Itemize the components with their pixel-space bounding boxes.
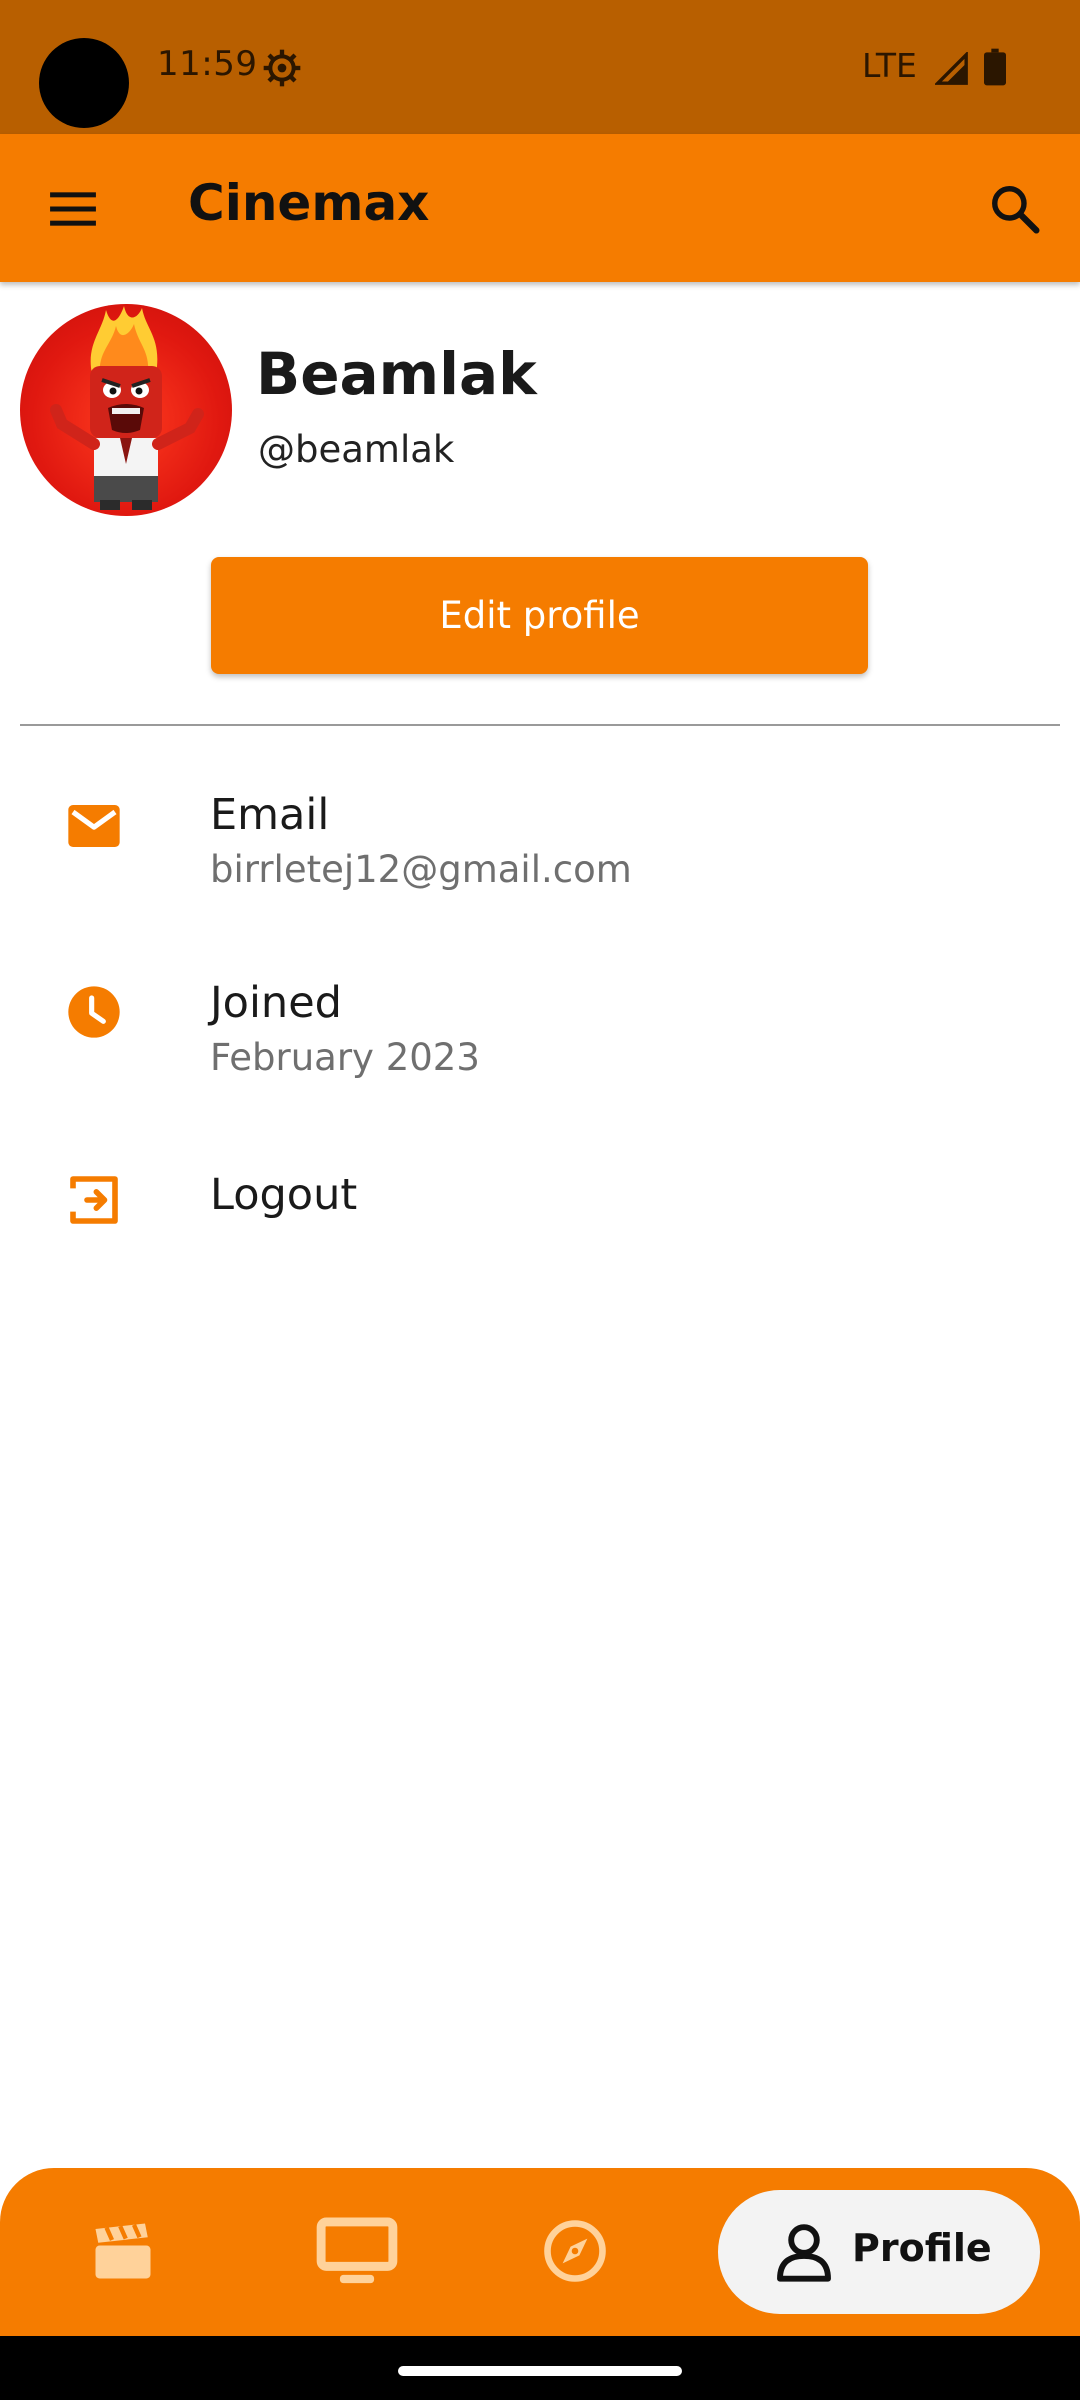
- edit-profile-button[interactable]: Edit profile: [211, 557, 868, 674]
- logout-icon: [70, 1176, 118, 1224]
- movie-clapper-icon: [95, 2223, 151, 2279]
- compass-icon: [544, 2220, 606, 2282]
- nav-movies-button[interactable]: [24, 2168, 224, 2336]
- nav-profile-label: Profile: [852, 2226, 992, 2270]
- status-bar: 11:59 LTE: [0, 0, 1080, 134]
- email-icon: [68, 805, 120, 847]
- clock-icon: [68, 986, 120, 1038]
- home-gesture-handle[interactable]: [398, 2366, 682, 2376]
- menu-icon[interactable]: [48, 184, 98, 234]
- logout-label[interactable]: Logout: [210, 1170, 357, 1220]
- info-value: birrletej12@gmail.com: [210, 848, 632, 891]
- app-bar: Cinemax: [0, 134, 1080, 282]
- divider: [20, 724, 1060, 726]
- signal-icon: [935, 52, 968, 85]
- avatar-character-icon: [50, 306, 204, 510]
- app-title: Cinemax: [188, 174, 430, 232]
- status-time: 11:59: [157, 44, 258, 84]
- user-name: Beamlak: [256, 340, 537, 408]
- network-type: LTE: [862, 46, 917, 85]
- avatar: [20, 304, 232, 516]
- info-label: Joined: [210, 978, 342, 1028]
- nav-explore-button[interactable]: [476, 2168, 676, 2336]
- info-item-email: Email birrletej12@gmail.com: [0, 780, 1080, 910]
- nav-profile-button[interactable]: Profile: [718, 2190, 1040, 2314]
- user-handle: @beamlak: [258, 428, 455, 471]
- tv-icon: [316, 2217, 398, 2284]
- info-value: February 2023: [210, 1036, 480, 1079]
- system-navigation-bar: [0, 2336, 1080, 2400]
- bottom-navigation: Profile: [0, 2168, 1080, 2336]
- info-label: Email: [210, 790, 330, 840]
- battery-icon: [984, 48, 1006, 86]
- nav-tv-button[interactable]: [258, 2168, 458, 2336]
- search-icon[interactable]: [988, 182, 1042, 236]
- logout-item[interactable]: Logout: [0, 1150, 1080, 1260]
- camera-cutout: [39, 38, 129, 128]
- info-item-joined: Joined February 2023: [0, 968, 1080, 1098]
- person-icon: [777, 2224, 831, 2282]
- settings-gear-icon: [263, 49, 301, 87]
